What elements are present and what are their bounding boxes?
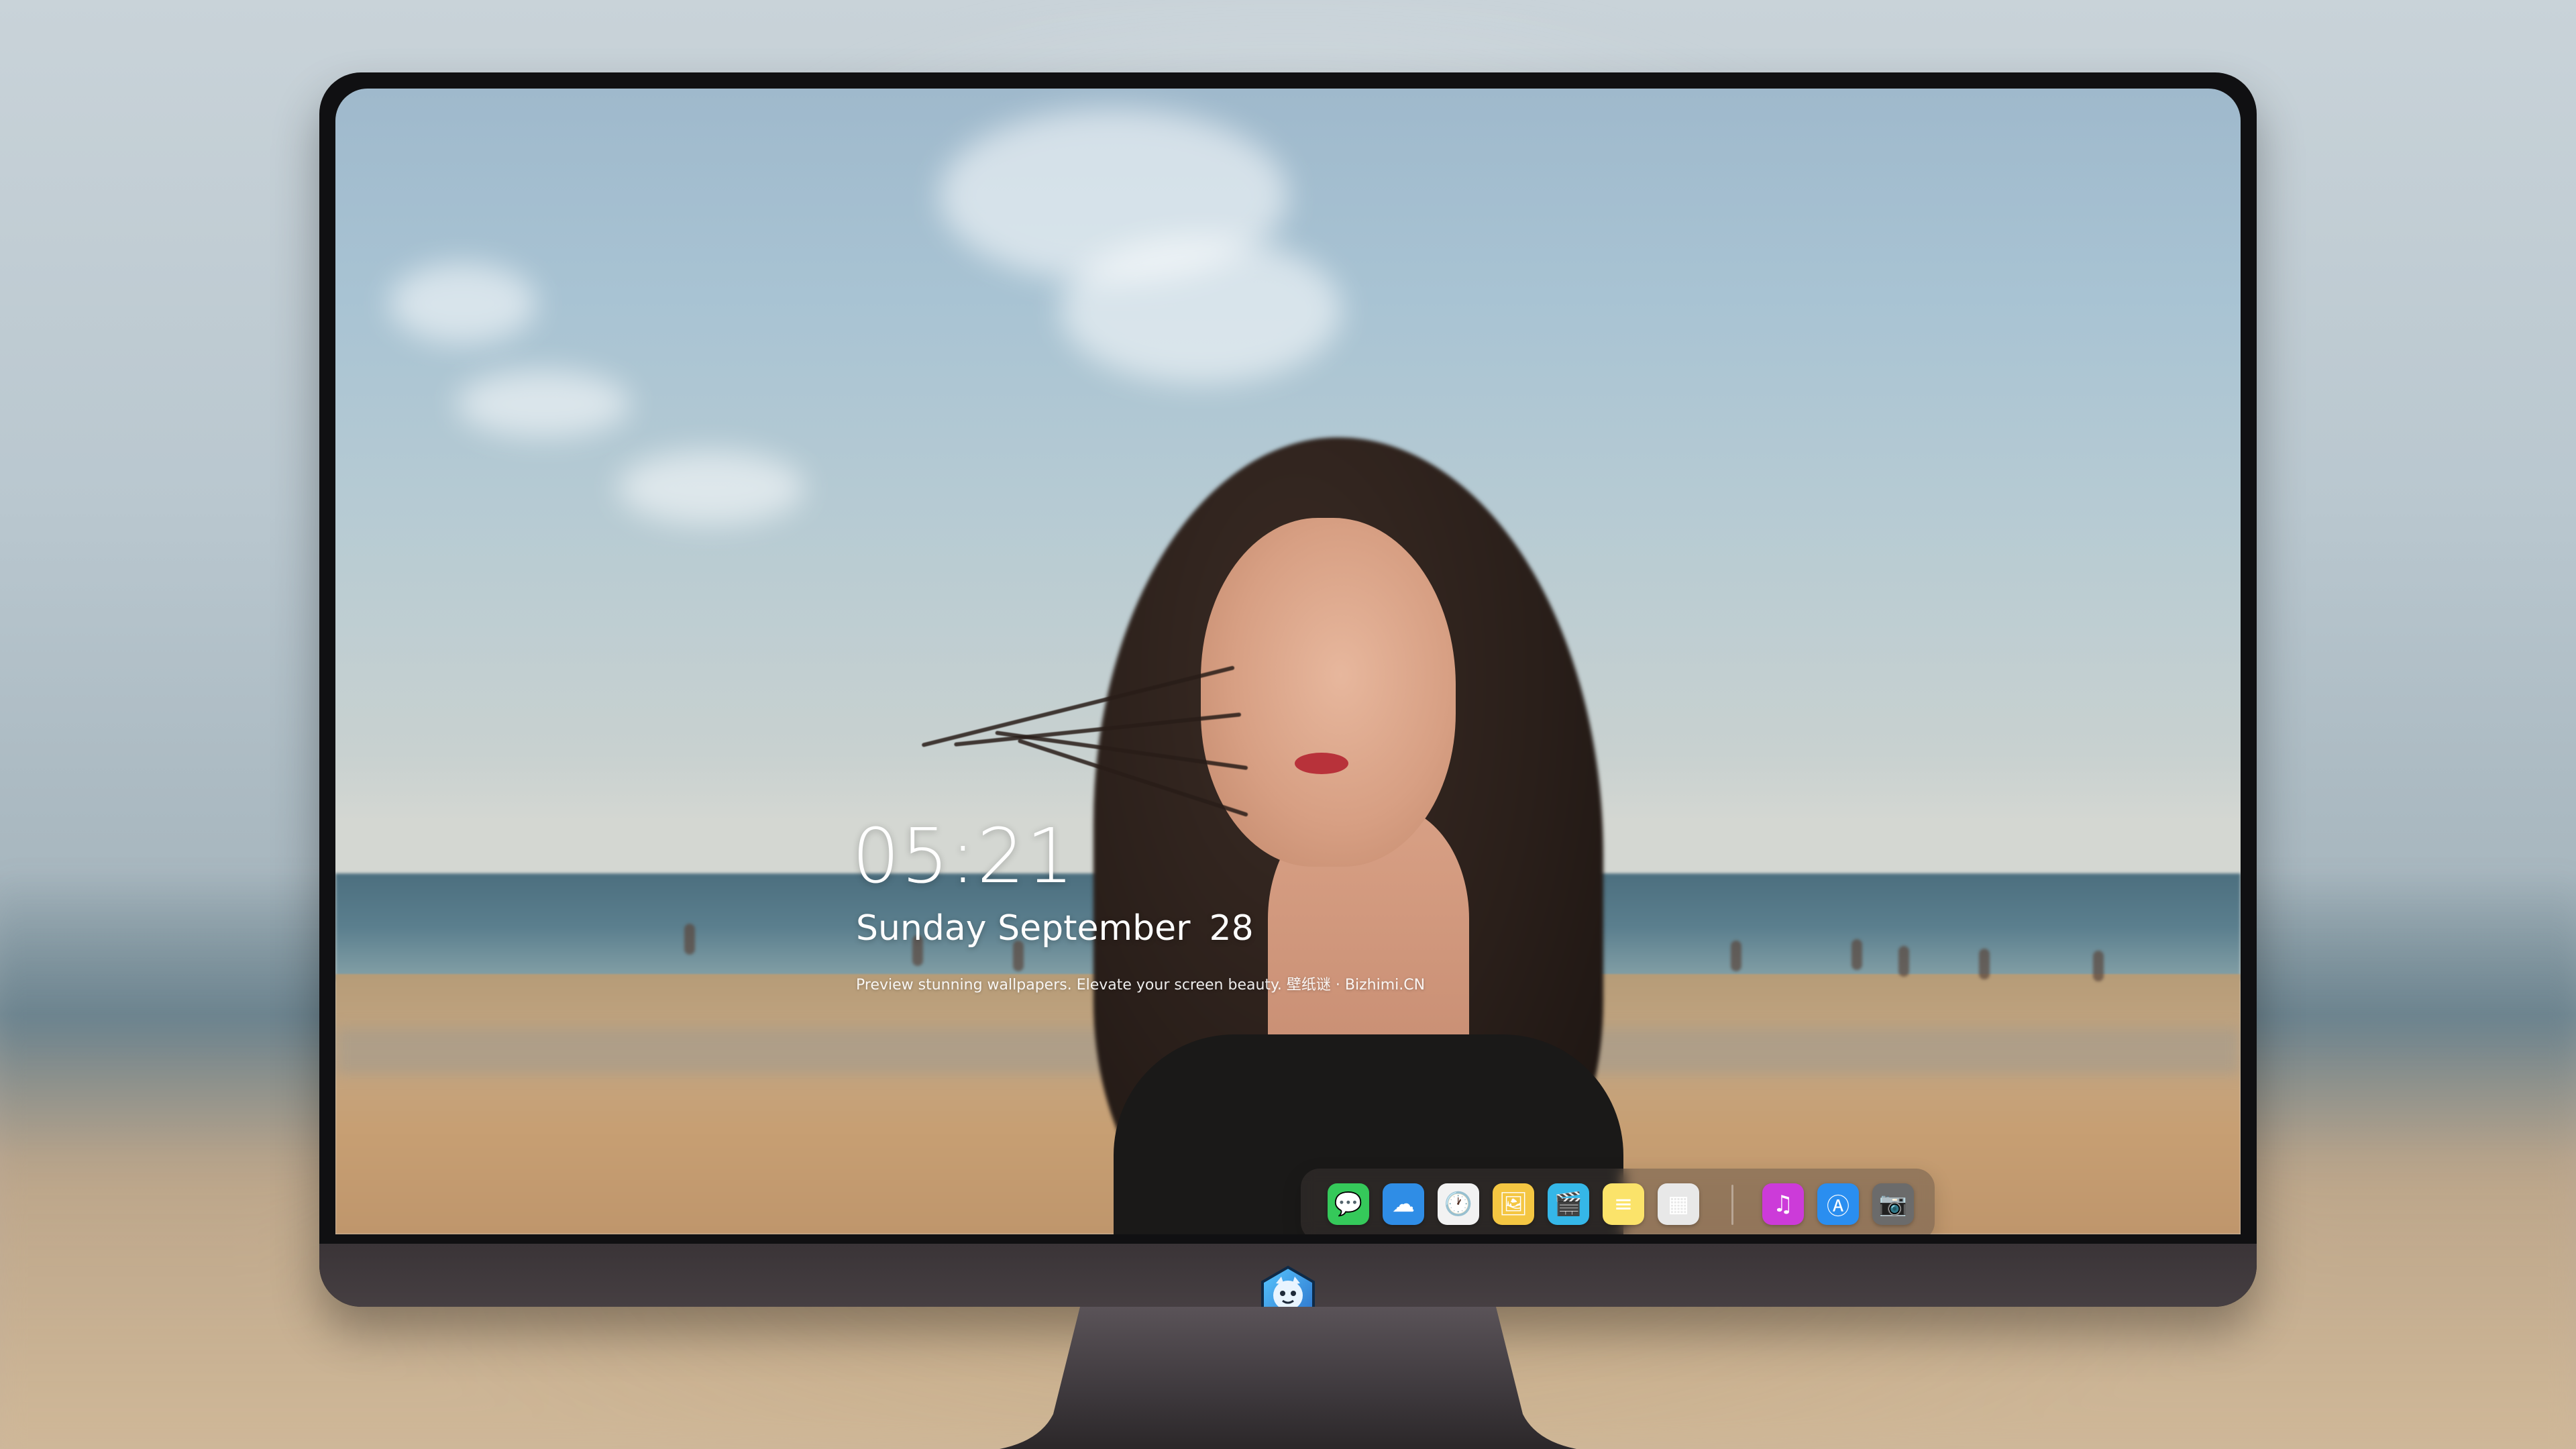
preview-icon[interactable]: 🖼: [1493, 1183, 1534, 1225]
camera-icon[interactable]: 📷: [1872, 1183, 1914, 1225]
lockscreen-day: 28: [1209, 908, 1254, 949]
messages-icon[interactable]: 💬: [1328, 1183, 1369, 1225]
lips: [1295, 753, 1348, 774]
lockscreen-tagline: Preview stunning wallpapers. Elevate you…: [856, 977, 1426, 994]
lockscreen-date: Sunday September 28: [856, 908, 1254, 949]
beach-person: [684, 924, 695, 955]
notes-icon[interactable]: ≡: [1603, 1183, 1644, 1225]
beach-person: [1851, 939, 1862, 970]
lockscreen-time: 05:21: [852, 813, 1075, 900]
cloud: [389, 263, 537, 343]
photo-booth-icon[interactable]: ▦: [1658, 1183, 1699, 1225]
screen-wallpaper: 05:21 Sunday September 28 Preview stunnin…: [335, 89, 2241, 1234]
monitor-frame: 05:21 Sunday September 28 Preview stunnin…: [319, 72, 2257, 1326]
dock-separator: [1731, 1185, 1733, 1225]
weather-icon[interactable]: ☁: [1383, 1183, 1424, 1225]
beach-person: [2093, 951, 2104, 981]
dock: 💬 ☁ 🕐 🖼 🎬 ≡ ▦ ♫ Ⓐ 📷: [1301, 1169, 1935, 1234]
beach-person: [1979, 949, 1990, 979]
cloud: [617, 451, 805, 525]
monitor-stand: [1000, 1307, 1576, 1449]
lockscreen-weekday-month: Sunday September: [856, 908, 1191, 949]
beach-person: [1898, 946, 1909, 977]
cloud: [1060, 236, 1342, 384]
beach-person: [1731, 941, 1741, 971]
music-icon[interactable]: ♫: [1762, 1183, 1804, 1225]
clock-icon[interactable]: 🕐: [1438, 1183, 1479, 1225]
cloud: [456, 370, 631, 437]
app-store-icon[interactable]: Ⓐ: [1817, 1183, 1859, 1225]
clapboard-icon[interactable]: 🎬: [1548, 1183, 1589, 1225]
screen-bezel-bottom: [319, 1234, 2257, 1244]
